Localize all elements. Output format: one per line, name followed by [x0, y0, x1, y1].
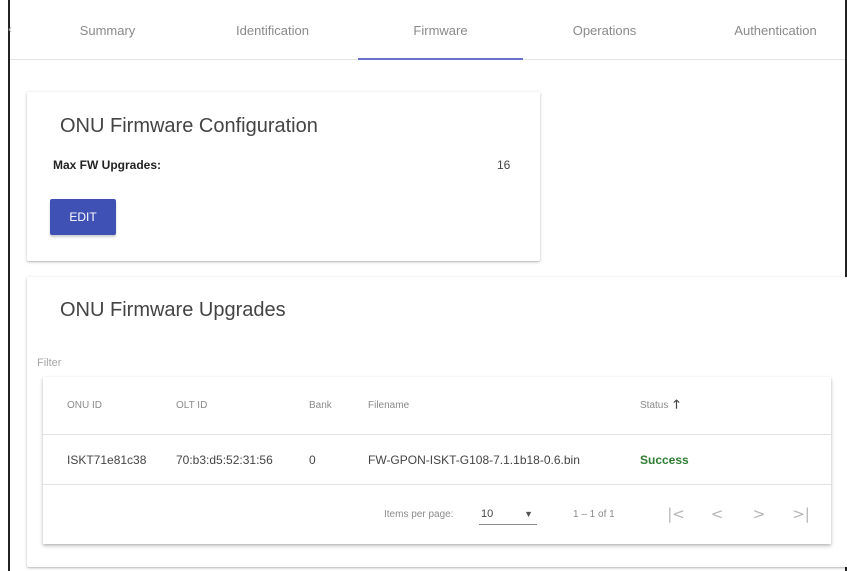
column-header-status-label: Status	[640, 400, 669, 411]
last-page-icon[interactable]: >|	[791, 503, 811, 525]
filename-cell: FW-GPON-ISKT-G108-7.1.1b18-0.6.bin	[368, 452, 580, 467]
dropdown-caret-icon: ▼	[524, 509, 533, 519]
column-header-onu-id[interactable]: ONU ID	[67, 377, 102, 434]
max-fw-upgrades-label: Max FW Upgrades:	[53, 158, 162, 172]
card-title: ONU Firmware Configuration	[60, 115, 318, 137]
column-header-filename[interactable]: Filename	[368, 377, 409, 434]
table-row[interactable]: ISKT71e81c38 70:b3:d5:52:31:56 0 FW-GPON…	[43, 435, 831, 485]
tab-operations[interactable]: Operations	[522, 0, 687, 60]
tab-firmware[interactable]: Firmware	[358, 0, 523, 60]
status-cell: Success	[640, 452, 689, 467]
page-range-label: 1 – 1 of 1	[573, 509, 615, 520]
upgrades-table: ONU ID OLT ID Bank Filename Status 🡑 ISK…	[43, 377, 831, 544]
tab-bar: ‹ Summary Identification Firmware Operat…	[8, 0, 847, 60]
sort-ascending-icon: 🡑	[673, 397, 680, 411]
tab-summary[interactable]: Summary	[25, 0, 190, 60]
firmware-upgrades-card: ONU Firmware Upgrades ONU ID OLT ID Bank…	[27, 277, 847, 567]
items-per-page-select[interactable]: 10 ▼	[479, 503, 537, 525]
olt-id-cell: 70:b3:d5:52:31:56	[176, 452, 273, 467]
filter-input[interactable]	[37, 354, 437, 372]
column-header-status[interactable]: Status 🡑	[640, 377, 680, 434]
tab-authentication[interactable]: Authentication	[693, 0, 847, 60]
table-header-row: ONU ID OLT ID Bank Filename Status 🡑	[43, 377, 831, 435]
bank-cell: 0	[309, 452, 316, 467]
tab-identification[interactable]: Identification	[190, 0, 355, 60]
firmware-configuration-card: ONU Firmware Configuration Max FW Upgrad…	[27, 92, 540, 261]
items-per-page-label: Items per page:	[384, 509, 454, 520]
column-header-olt-id[interactable]: OLT ID	[176, 377, 207, 434]
column-header-bank[interactable]: Bank	[309, 377, 332, 434]
items-per-page-value: 10	[481, 507, 494, 520]
tab-scroll-left-icon[interactable]: ‹	[8, 22, 12, 36]
max-fw-upgrades-value: 16	[497, 158, 511, 172]
card-title: ONU Firmware Upgrades	[60, 299, 286, 321]
first-page-icon[interactable]: |<	[666, 503, 686, 525]
onu-id-cell: ISKT71e81c38	[67, 452, 147, 467]
app-frame: ‹ Summary Identification Firmware Operat…	[8, 0, 847, 571]
edit-button[interactable]: EDIT	[50, 199, 116, 235]
previous-page-icon[interactable]: <	[707, 503, 727, 525]
next-page-icon[interactable]: >	[749, 503, 769, 525]
paginator: Items per page: 10 ▼ 1 – 1 of 1 |< < > >…	[43, 485, 831, 544]
